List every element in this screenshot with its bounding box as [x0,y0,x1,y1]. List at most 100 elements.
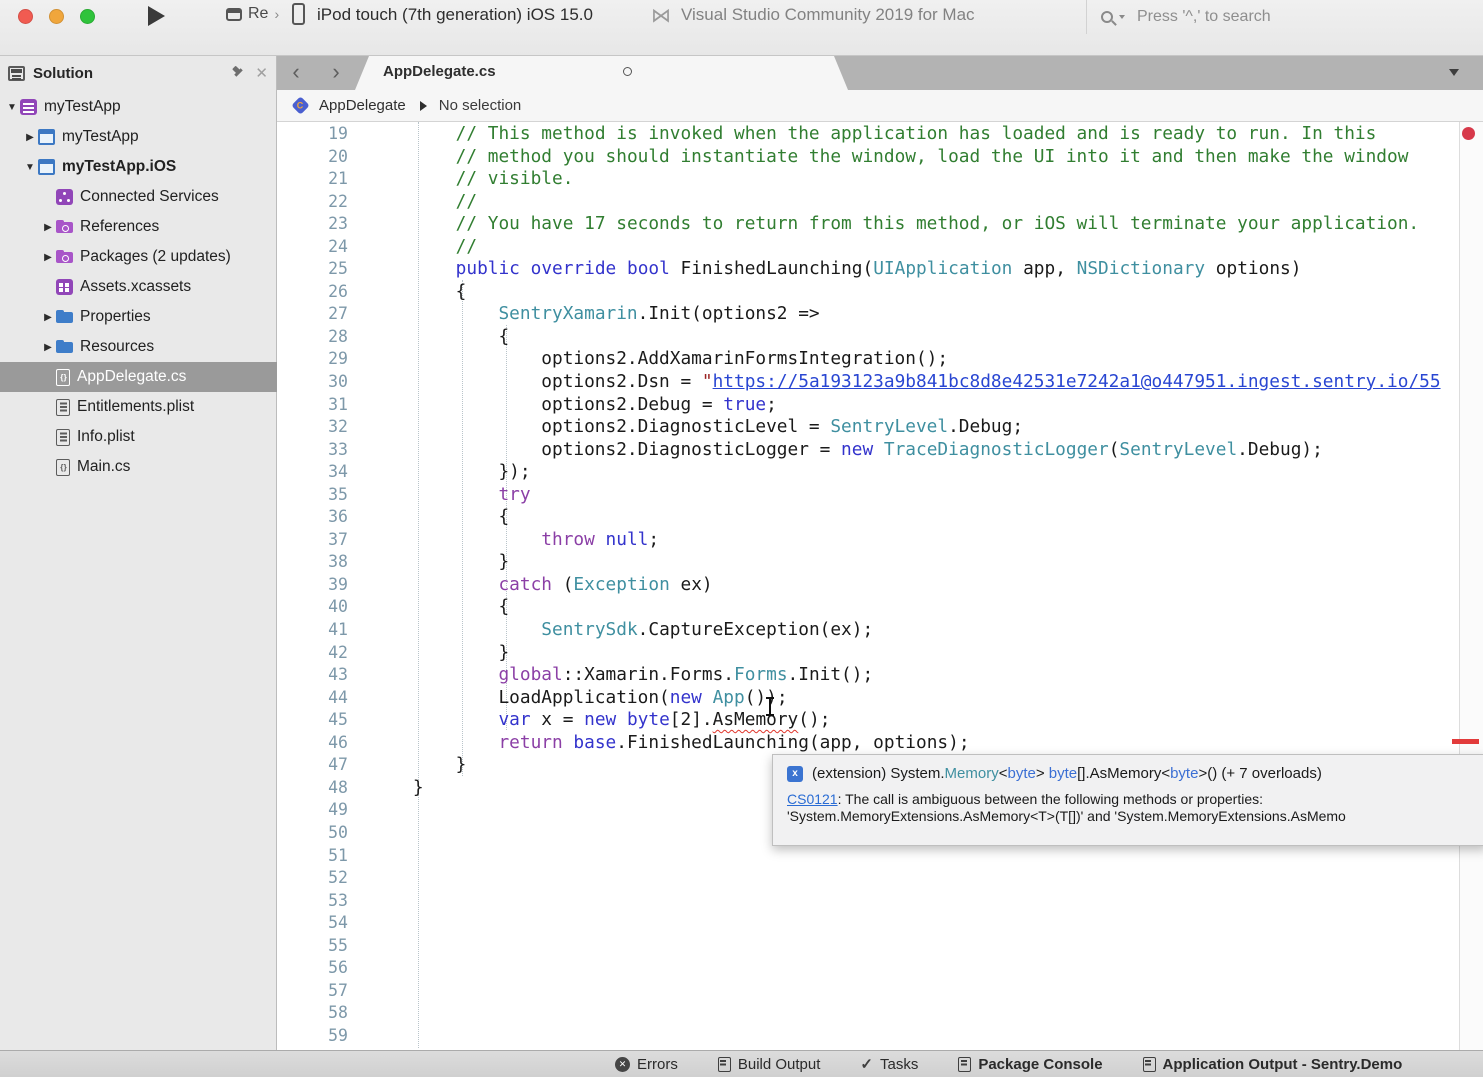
line-number[interactable]: 33 [277,439,368,462]
solution-tree-item-connected-services[interactable]: Connected Services [0,182,277,212]
code-line-52[interactable]: 52 [277,867,1441,890]
line-number[interactable]: 57 [277,980,368,1003]
line-number[interactable]: 24 [277,236,368,259]
zoom-window-button[interactable] [80,9,95,24]
code-line-24[interactable]: 24 // [277,236,1441,259]
code-line-45[interactable]: 45 var x = new byte[2].AsMemory(); [277,709,1441,732]
code-line-40[interactable]: 40 { [277,596,1441,619]
line-number[interactable]: 42 [277,642,368,665]
code-line-35[interactable]: 35 try [277,484,1441,507]
line-number[interactable]: 35 [277,484,368,507]
line-number[interactable]: 46 [277,732,368,755]
disclosure-collapsed-icon[interactable]: ▶ [40,252,56,263]
code-line-37[interactable]: 37 throw null; [277,529,1441,552]
line-number[interactable]: 37 [277,529,368,552]
breadcrumb-member[interactable]: No selection [439,97,522,114]
line-number[interactable]: 58 [277,1002,368,1025]
solution-tree-item-packages-2-updates-[interactable]: ▶Packages (2 updates) [0,242,277,272]
configuration-selector[interactable]: Re › [226,5,279,23]
code-line-32[interactable]: 32 options2.DiagnosticLevel = SentryLeve… [277,416,1441,439]
tab-list-dropdown-icon[interactable] [1449,69,1459,76]
line-number[interactable]: 52 [277,867,368,890]
code-line-23[interactable]: 23 // You have 17 seconds to return from… [277,213,1441,236]
line-number[interactable]: 54 [277,912,368,935]
line-number[interactable]: 53 [277,890,368,913]
code-line-42[interactable]: 42 } [277,642,1441,665]
solution-tree-item-assets-xcassets[interactable]: Assets.xcassets [0,272,277,302]
disclosure-collapsed-icon[interactable]: ▶ [22,132,38,143]
line-number[interactable]: 30 [277,371,368,394]
code-line-22[interactable]: 22 // [277,191,1441,214]
code-line-31[interactable]: 31 options2.Debug = true; [277,394,1441,417]
line-number[interactable]: 51 [277,845,368,868]
code-line-25[interactable]: 25 public override bool FinishedLaunchin… [277,258,1441,281]
disclosure-collapsed-icon[interactable]: ▶ [40,312,56,323]
line-number[interactable]: 50 [277,822,368,845]
pad-tab-application-output-sentry-demo[interactable]: Application Output - Sentry.Demo [1143,1056,1403,1073]
solution-tree-item-references[interactable]: ▶References [0,212,277,242]
code-line-51[interactable]: 51 [277,845,1441,868]
navigate-forward-button[interactable]: › [323,60,349,86]
code-line-55[interactable]: 55 [277,935,1441,958]
code-line-20[interactable]: 20 // method you should instantiate the … [277,146,1441,169]
disclosure-expanded-icon[interactable]: ▼ [22,162,38,173]
line-number[interactable]: 27 [277,303,368,326]
line-number[interactable]: 38 [277,551,368,574]
tab-appdelegate[interactable]: AppDelegate.cs [355,56,848,90]
line-number[interactable]: 47 [277,754,368,777]
solution-tree-item-properties[interactable]: ▶Properties [0,302,277,332]
error-indicator-dot-icon[interactable] [1462,127,1475,140]
solution-tree-item-entitlements-plist[interactable]: Entitlements.plist [0,392,277,422]
line-number[interactable]: 32 [277,416,368,439]
line-number[interactable]: 29 [277,348,368,371]
close-window-button[interactable] [18,9,33,24]
code-editor[interactable]: 19 // This method is invoked when the ap… [277,122,1483,1050]
code-line-39[interactable]: 39 catch (Exception ex) [277,574,1441,597]
line-number[interactable]: 26 [277,281,368,304]
code-line-30[interactable]: 30 options2.Dsn = "https://5a193123a9b84… [277,371,1441,394]
line-number[interactable]: 28 [277,326,368,349]
line-number[interactable]: 34 [277,461,368,484]
line-number[interactable]: 19 [277,123,368,146]
solution-tree-item-appdelegate-cs[interactable]: AppDelegate.cs [0,362,277,392]
code-line-59[interactable]: 59 [277,1025,1441,1048]
line-number[interactable]: 56 [277,957,368,980]
pad-tab-package-console[interactable]: Package Console [958,1056,1102,1073]
code-line-57[interactable]: 57 [277,980,1441,1003]
error-position-marker[interactable] [1452,739,1479,744]
solution-tree-item-mytestapp-ios[interactable]: ▼myTestApp.iOS [0,152,277,182]
line-number[interactable]: 49 [277,799,368,822]
line-number[interactable]: 20 [277,146,368,169]
line-number[interactable]: 22 [277,191,368,214]
code-line-19[interactable]: 19 // This method is invoked when the ap… [277,123,1441,146]
code-line-34[interactable]: 34 }); [277,461,1441,484]
scroll-indicator-margin[interactable] [1459,122,1483,1050]
disclosure-collapsed-icon[interactable]: ▶ [40,342,56,353]
minimize-window-button[interactable] [49,9,64,24]
code-line-41[interactable]: 41 SentrySdk.CaptureException(ex); [277,619,1441,642]
pad-tab-build-output[interactable]: Build Output [718,1056,821,1073]
line-number[interactable]: 55 [277,935,368,958]
run-play-button[interactable] [148,6,165,26]
code-line-46[interactable]: 46 return base.FinishedLaunching(app, op… [277,732,1441,755]
code-line-44[interactable]: 44 LoadApplication(new App()); [277,687,1441,710]
disclosure-collapsed-icon[interactable]: ▶ [40,222,56,233]
search-input[interactable] [1135,7,1439,27]
navigate-back-button[interactable]: ‹ [283,60,309,86]
code-line-43[interactable]: 43 global::Xamarin.Forms.Forms.Init(); [277,664,1441,687]
code-line-27[interactable]: 27 SentryXamarin.Init(options2 => [277,303,1441,326]
code-line-33[interactable]: 33 options2.DiagnosticLogger = new Trace… [277,439,1441,462]
line-number[interactable]: 39 [277,574,368,597]
code-line-26[interactable]: 26 { [277,281,1441,304]
code-line-21[interactable]: 21 // visible. [277,168,1441,191]
line-number[interactable]: 36 [277,506,368,529]
code-line-54[interactable]: 54 [277,912,1441,935]
line-number[interactable]: 31 [277,394,368,417]
breadcrumb-class[interactable]: AppDelegate [319,97,406,114]
solution-tree-item-mytestapp[interactable]: ▶myTestApp [0,122,277,152]
line-number[interactable]: 59 [277,1025,368,1048]
global-search[interactable] [1086,0,1483,34]
line-number[interactable]: 40 [277,596,368,619]
line-number[interactable]: 41 [277,619,368,642]
line-number[interactable]: 23 [277,213,368,236]
